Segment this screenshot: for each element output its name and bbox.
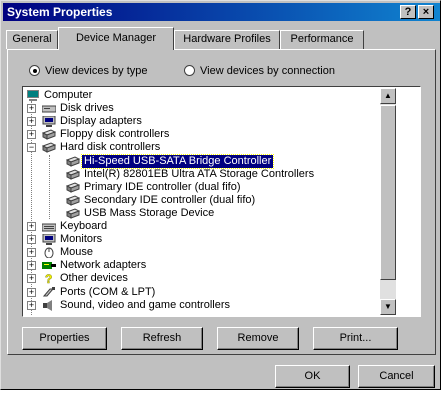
computer-icon — [26, 90, 40, 101]
tree-item-label: Disk drives — [60, 102, 114, 115]
monitor-icon — [42, 115, 56, 128]
tree-item-child[interactable]: Secondary IDE controller (dual fifo) — [23, 194, 378, 207]
mouse-icon — [42, 247, 56, 259]
radio-unselected-icon — [184, 65, 195, 76]
tree-item[interactable]: + Disk drives — [23, 102, 378, 115]
tree-item[interactable]: + Mouse — [23, 246, 378, 259]
controller-icon — [65, 195, 81, 206]
controller-icon — [65, 169, 81, 180]
tree-item[interactable]: + Keyboard — [23, 220, 378, 233]
monitor-icon — [42, 233, 56, 246]
tree-item-label: Sound, video and game controllers — [60, 298, 230, 311]
tab-hardware-profiles[interactable]: Hardware Profiles — [174, 30, 280, 49]
help-button[interactable]: ? — [400, 5, 416, 19]
tree-item-label: Hard disk controllers — [60, 141, 161, 154]
vertical-scrollbar[interactable]: ▲ ▼ — [380, 88, 396, 315]
refresh-button[interactable]: Refresh — [121, 327, 203, 350]
ok-button[interactable]: OK — [275, 365, 350, 388]
radio-view-by-connection[interactable]: View devices by connection — [184, 65, 335, 79]
tree-root-computer[interactable]: Computer — [23, 89, 378, 102]
window-title: System Properties — [7, 5, 113, 19]
tab-device-manager[interactable]: Device Manager — [58, 27, 174, 50]
tree-item-child[interactable]: Primary IDE controller (dual fifo) — [23, 181, 378, 194]
sound-icon — [42, 299, 56, 311]
remove-button[interactable]: Remove — [217, 327, 299, 350]
tree-item-label: Computer — [44, 89, 93, 101]
expand-icon[interactable]: + — [27, 235, 36, 245]
tree-item-child[interactable]: USB Mass Storage Device — [23, 207, 378, 220]
tree-item[interactable]: − Hard disk controllers — [23, 141, 378, 154]
tree-item[interactable]: + Ports (COM & LPT) — [23, 286, 378, 299]
controller-icon — [65, 155, 81, 167]
tree-item-label: Mouse — [60, 246, 94, 259]
tree-item[interactable]: + Floppy disk controllers — [23, 128, 378, 141]
expand-icon[interactable]: + — [27, 261, 36, 271]
tree-item[interactable]: + Display adapters — [23, 115, 378, 128]
question-icon: ? — [42, 272, 56, 287]
tree-item-label: Floppy disk controllers — [60, 128, 170, 141]
scroll-thumb[interactable] — [380, 105, 396, 280]
radio-label-by-connection: View devices by connection — [200, 65, 335, 77]
tree-item[interactable]: + Network adapters — [23, 259, 378, 272]
expand-icon[interactable]: + — [27, 300, 36, 310]
expand-icon[interactable]: + — [27, 287, 36, 297]
controller-icon — [41, 129, 57, 141]
tree-connector-line — [49, 155, 50, 219]
close-button[interactable]: × — [418, 5, 434, 19]
properties-button[interactable]: Properties — [22, 327, 107, 350]
tree-item-child[interactable]: Hi-Speed USB-SATA Bridge Controller — [23, 153, 378, 169]
controller-icon — [41, 142, 57, 154]
expand-icon[interactable]: + — [27, 248, 36, 258]
expand-icon[interactable]: + — [27, 117, 36, 127]
network-icon — [42, 260, 56, 271]
tree-item[interactable]: + Monitors — [23, 233, 378, 246]
collapse-icon[interactable]: − — [27, 143, 36, 153]
device-manager-panel: View devices by type View devices by con… — [7, 49, 436, 355]
port-icon — [42, 286, 56, 298]
print-button[interactable]: Print... — [313, 327, 398, 350]
tab-performance[interactable]: Performance — [280, 30, 364, 49]
device-tree[interactable]: Computer + Disk drives + Display adapters + Fl… — [22, 86, 421, 317]
radio-view-by-type[interactable]: View devices by type — [29, 65, 148, 79]
tree-item[interactable]: + Sound, video and game controllers — [23, 299, 378, 312]
tree-item-label: Hi-Speed USB-SATA Bridge Controller — [80, 153, 275, 169]
expand-icon[interactable]: + — [27, 274, 36, 284]
tree-item-label: USB Mass Storage Device — [84, 206, 215, 219]
radio-selected-icon — [29, 65, 40, 76]
tree-item-label: Secondary IDE controller (dual fifo) — [84, 193, 256, 206]
tree-item-label: Primary IDE controller (dual fifo) — [84, 180, 241, 193]
disk-drive-icon — [41, 103, 57, 114]
expand-icon[interactable]: + — [27, 222, 36, 231]
tree-item-child[interactable]: Intel(R) 82801EB Ultra ATA Storage Contr… — [23, 168, 378, 181]
tree-item-label: Ports (COM & LPT) — [60, 285, 156, 298]
system-properties-window: System Properties ? × General Device Man… — [0, 0, 441, 390]
keyboard-icon — [41, 221, 57, 232]
controller-icon — [65, 182, 81, 193]
tree-item-label: Monitors — [60, 233, 103, 246]
svg-text:?: ? — [45, 273, 52, 284]
title-bar[interactable]: System Properties ? × — [3, 3, 440, 21]
scroll-up-button[interactable]: ▲ — [380, 88, 396, 104]
tab-general[interactable]: General — [6, 30, 58, 49]
tree-item-label: Other devices — [60, 272, 128, 285]
tree-item-label: Display adapters — [60, 115, 142, 128]
tree-item-label: Keyboard — [60, 220, 108, 232]
tree-item-label: Network adapters — [60, 259, 147, 272]
expand-icon[interactable]: + — [27, 104, 36, 114]
tree-item-label: Intel(R) 82801EB Ultra ATA Storage Contr… — [84, 167, 315, 180]
controller-icon — [65, 208, 81, 219]
tree-item[interactable]: +? Other devices — [23, 272, 378, 287]
radio-label-by-type: View devices by type — [45, 65, 148, 77]
expand-icon[interactable]: + — [27, 130, 36, 140]
cancel-button[interactable]: Cancel — [358, 365, 435, 388]
scroll-down-button[interactable]: ▼ — [380, 299, 396, 315]
